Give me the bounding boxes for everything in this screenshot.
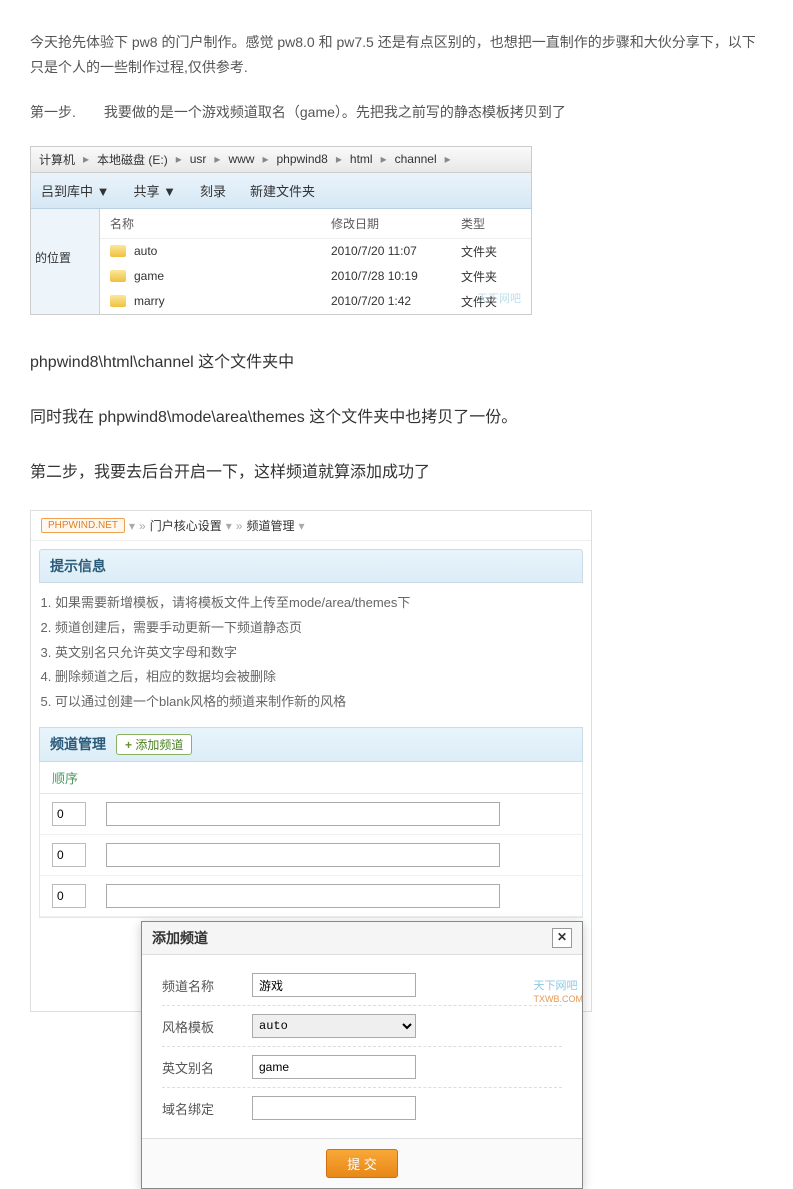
order-input[interactable] <box>52 843 86 867</box>
folder-type: 文件夹 <box>461 268 521 285</box>
column-headers: 名称 修改日期 类型 <box>100 209 531 239</box>
address-bar[interactable]: 计算机▸ 本地磁盘 (E:)▸ usr▸ www▸ phpwind8▸ html… <box>31 147 531 173</box>
crumb-computer[interactable]: 计算机 <box>39 151 75 168</box>
folder-name: auto <box>134 244 331 258</box>
crumb-www[interactable]: www <box>228 152 254 166</box>
folder-row[interactable]: game 2010/7/28 10:19 文件夹 <box>100 264 531 289</box>
watermark: 天下网吧TXWB.COM <box>534 977 584 1005</box>
submit-button[interactable]: 提 交 <box>326 1149 398 1178</box>
channel-input[interactable] <box>106 843 500 867</box>
explorer-toolbar: 吕到库中 ▼ 共享 ▼ 刻录 新建文件夹 <box>31 173 531 209</box>
toolbar-burn[interactable]: 刻录 <box>200 181 226 200</box>
channel-input[interactable] <box>106 884 500 908</box>
folder-icon <box>110 295 126 307</box>
style-template-select[interactable]: auto <box>252 1014 416 1038</box>
folder-row[interactable]: marry 2010/7/20 1:42 文件夹 <box>100 289 531 314</box>
crumb-channel-management[interactable]: 频道管理 <box>246 517 294 534</box>
channel-table: 顺序 <box>39 762 583 918</box>
toolbar-library[interactable]: 吕到库中 ▼ <box>41 181 109 200</box>
dialog-title-bar[interactable]: 添加频道 ✕ <box>142 922 582 955</box>
crumb-phpwind8[interactable]: phpwind8 <box>276 152 327 166</box>
info-item: 删除频道之后，相应的数据均会被删除 <box>55 665 579 690</box>
order-input[interactable] <box>52 802 86 826</box>
intro-paragraph-1: 今天抢先体验下 pw8 的门户制作。感觉 pw8.0 和 pw7.5 还是有点区… <box>30 30 763 80</box>
info-item: 如果需要新增模板，请将模板文件上传至mode/area/themes下 <box>55 591 579 616</box>
domain-bind-label: 域名绑定 <box>162 1099 252 1118</box>
info-title: 提示信息 <box>39 549 583 583</box>
watermark: 天下网吧 <box>477 290 521 306</box>
header-type[interactable]: 类型 <box>461 215 521 232</box>
section-3: 第二步，我要去后台开启一下，这样频道就算添加成功了 <box>30 455 763 490</box>
intro-paragraph-2: 第一步. 我要做的是一个游戏频道取名（game）。先把我之前写的静态模板拷贝到了 <box>30 100 763 125</box>
folder-icon <box>110 245 126 257</box>
folder-date: 2010/7/28 10:19 <box>331 269 461 283</box>
info-item: 英文别名只允许英文字母和数字 <box>55 641 579 666</box>
alias-input[interactable] <box>252 1055 416 1079</box>
toolbar-newfolder[interactable]: 新建文件夹 <box>250 181 315 200</box>
explorer-sidebar: 的位置 <box>31 209 100 314</box>
phpwind-logo: PHPWIND.NET <box>41 518 125 533</box>
channel-input[interactable] <box>106 802 500 826</box>
domain-bind-input[interactable] <box>252 1096 416 1120</box>
channel-name-input[interactable] <box>252 973 416 997</box>
add-channel-dialog: 添加频道 ✕ 频道名称 风格模板 auto 英文别名 域名绑定 <box>141 921 583 1189</box>
dialog-title: 添加频道 <box>152 928 208 948</box>
section-1: phpwind8\html\channel 这个文件夹中 <box>30 345 763 380</box>
folder-date: 2010/7/20 1:42 <box>331 294 461 308</box>
crumb-html[interactable]: html <box>350 152 373 166</box>
header-date[interactable]: 修改日期 <box>331 215 461 232</box>
order-input[interactable] <box>52 884 86 908</box>
info-list: 如果需要新增模板，请将模板文件上传至mode/area/themes下 频道创建… <box>55 591 579 714</box>
info-item: 可以通过创建一个blank风格的频道来制作新的风格 <box>55 690 579 715</box>
crumb-channel[interactable]: channel <box>395 152 437 166</box>
folder-type: 文件夹 <box>461 243 521 260</box>
header-name[interactable]: 名称 <box>110 215 331 232</box>
info-item: 频道创建后，需要手动更新一下频道静态页 <box>55 616 579 641</box>
crumb-portal-settings[interactable]: 门户核心设置 <box>150 517 222 534</box>
table-row <box>40 794 582 835</box>
admin-breadcrumb: PHPWIND.NET ▾» 门户核心设置 ▾» 频道管理 ▾ <box>31 511 591 541</box>
channel-management-header: 频道管理 添加频道 <box>39 727 583 762</box>
folder-icon <box>110 270 126 282</box>
folder-row[interactable]: auto 2010/7/20 11:07 文件夹 <box>100 239 531 264</box>
table-row <box>40 835 582 876</box>
add-channel-button[interactable]: 添加频道 <box>116 734 192 755</box>
table-row <box>40 876 582 917</box>
folder-name: game <box>134 269 331 283</box>
admin-panel: PHPWIND.NET ▾» 门户核心设置 ▾» 频道管理 ▾ 提示信息 如果需… <box>30 510 592 1012</box>
order-header: 顺序 <box>40 762 582 794</box>
toolbar-share[interactable]: 共享 ▼ <box>133 181 175 200</box>
crumb-usr[interactable]: usr <box>190 152 207 166</box>
channel-name-label: 频道名称 <box>162 976 252 995</box>
channel-title: 频道管理 <box>50 734 106 754</box>
crumb-disk[interactable]: 本地磁盘 (E:) <box>97 151 168 168</box>
close-icon[interactable]: ✕ <box>552 928 572 948</box>
alias-label: 英文别名 <box>162 1058 252 1077</box>
file-explorer: 计算机▸ 本地磁盘 (E:)▸ usr▸ www▸ phpwind8▸ html… <box>30 146 532 315</box>
folder-name: marry <box>134 294 331 308</box>
style-template-label: 风格模板 <box>162 1017 252 1036</box>
folder-date: 2010/7/20 11:07 <box>331 244 461 258</box>
section-2: 同时我在 phpwind8\mode\area\themes 这个文件夹中也拷贝… <box>30 400 763 435</box>
